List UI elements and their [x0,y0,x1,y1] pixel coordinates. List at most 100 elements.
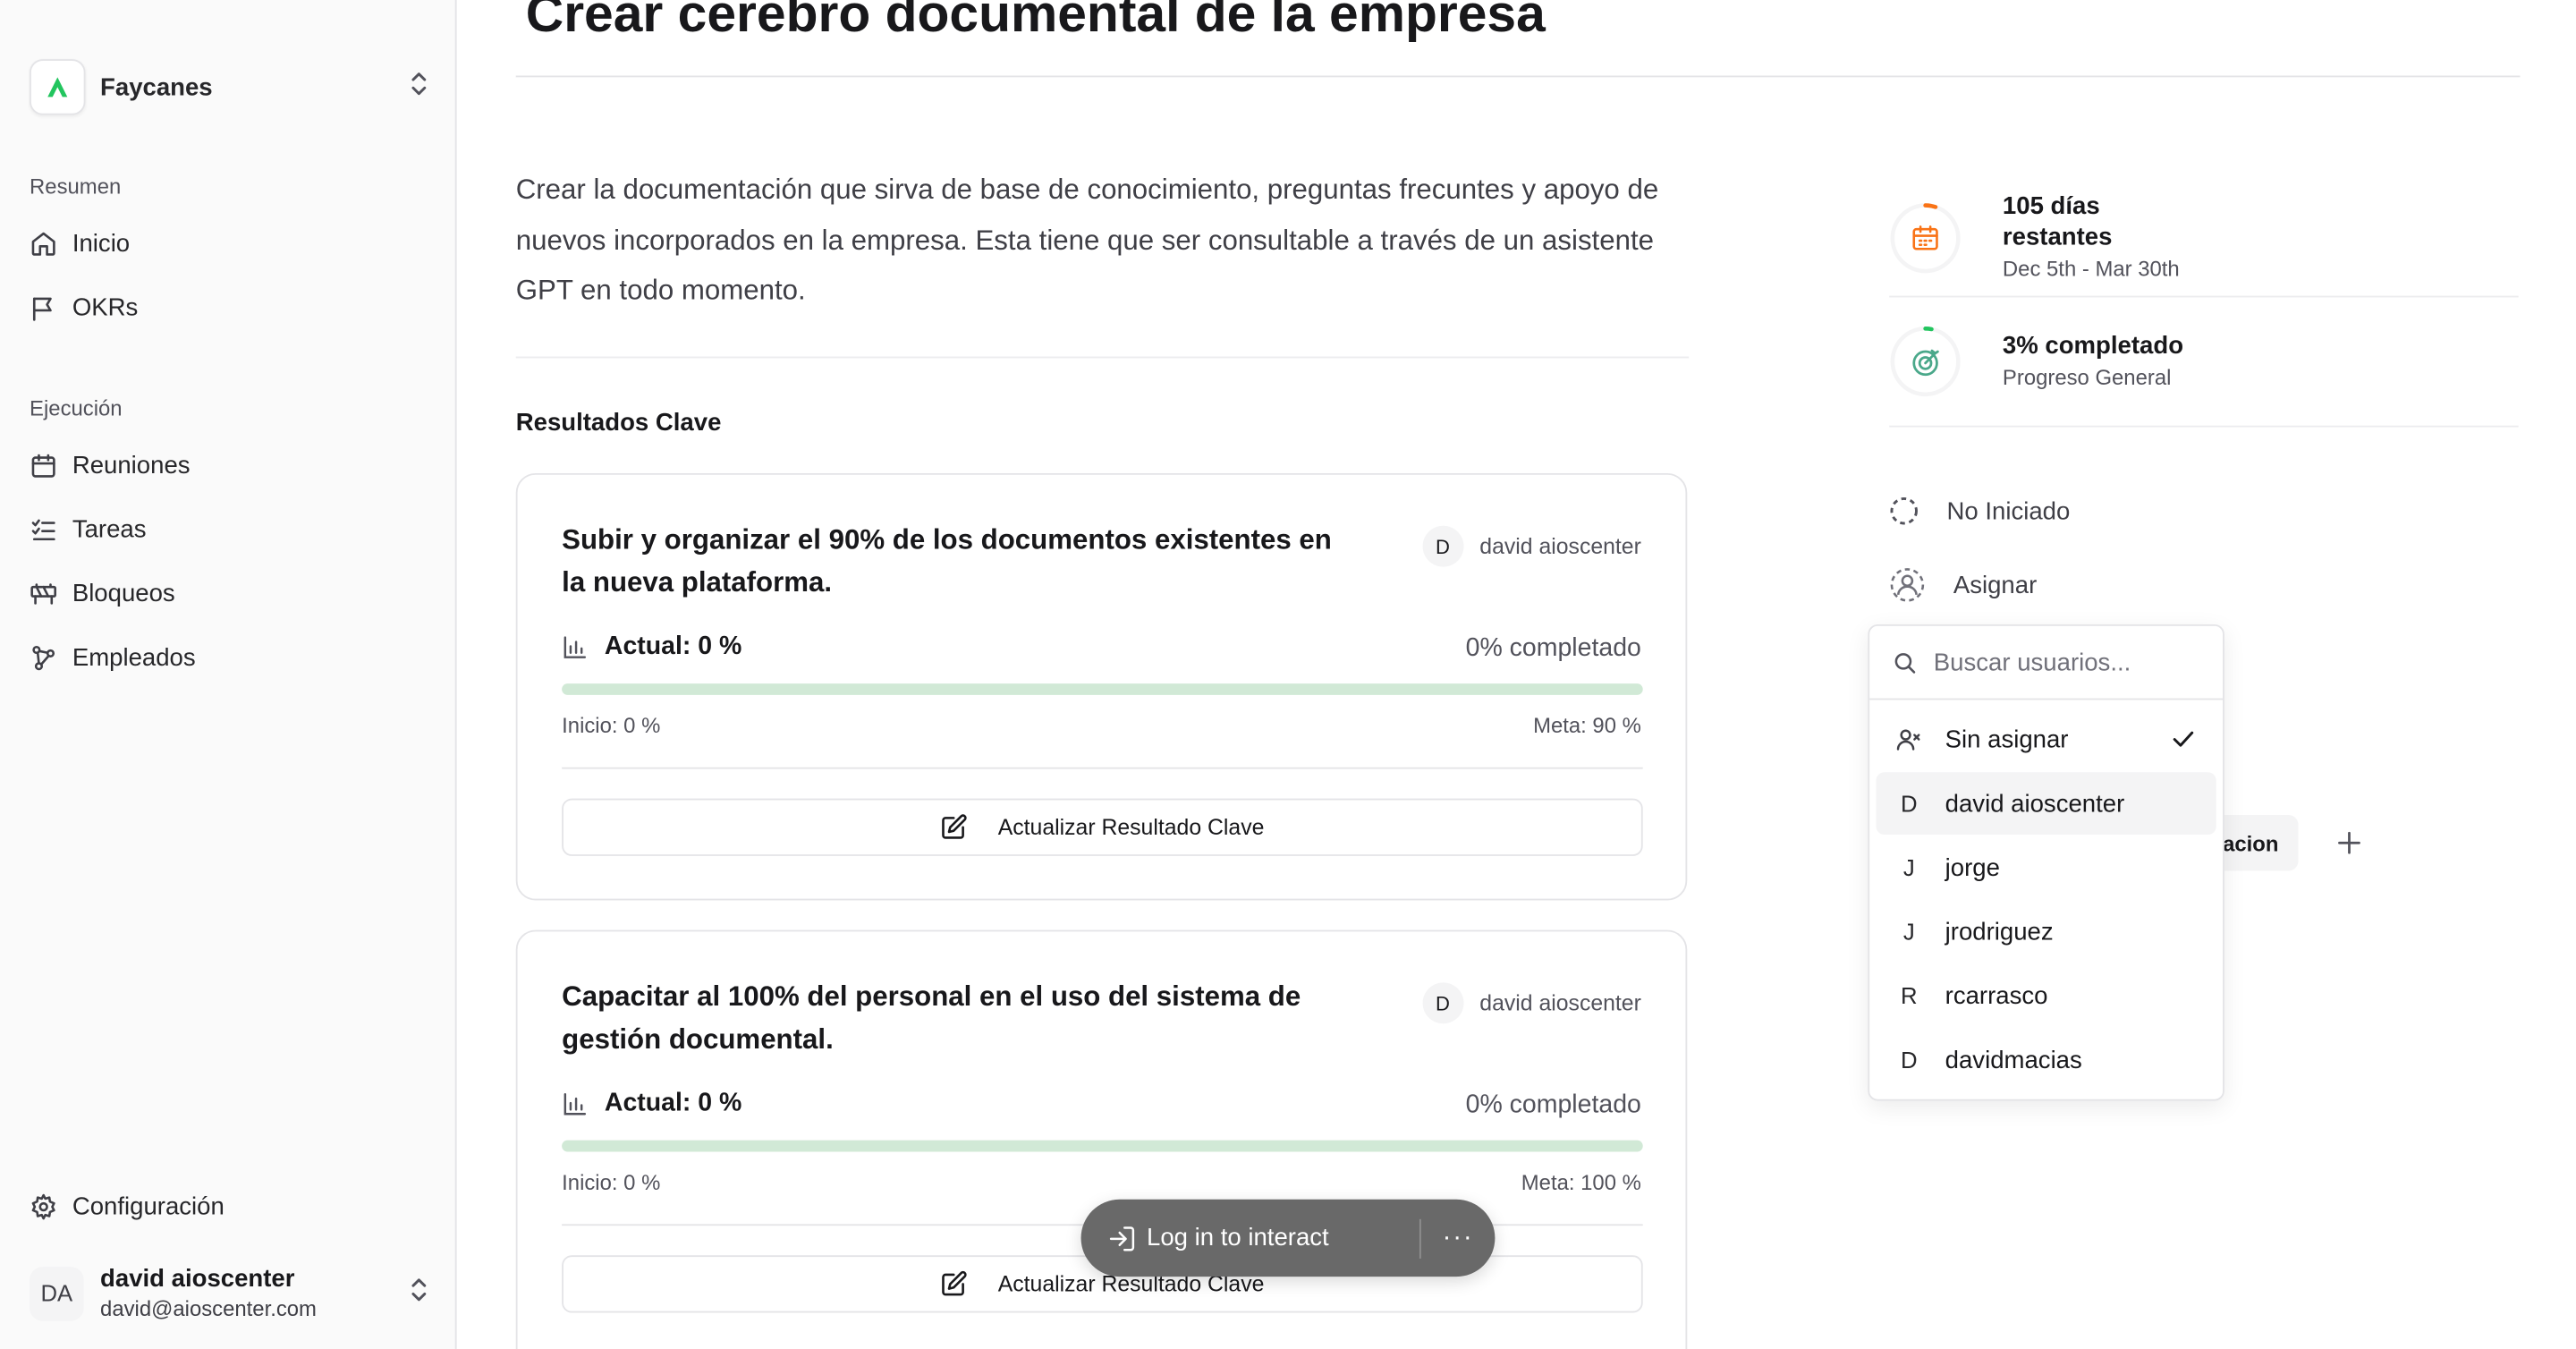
assign-label: Asignar [1953,571,2038,599]
overall-progress-stat: 3% completado Progreso General [1889,326,2193,398]
days-remaining-stat: 105 días restantes Dec 5th - Mar 30th [1889,191,2193,284]
log-in-icon [1109,1226,1135,1251]
settings-gear-icon [31,1192,55,1219]
sidebar-item-bloqueos[interactable]: Bloqueos [30,568,424,617]
dropdown-item-label: davidmacias [1945,1046,2082,1074]
user-menu[interactable]: DA david aioscenter david@aioscenter.com [30,1257,430,1329]
avatar: D [1422,982,1463,1024]
goal-value: Meta: 100 % [1521,1169,1641,1195]
user-name: david aioscenter [100,1264,295,1293]
key-result-title: Capacitar al 100% del personal en el uso… [562,980,1301,1056]
edit-icon [943,1270,968,1296]
user-email: david@aioscenter.com [100,1295,317,1320]
divider [515,75,2521,78]
divider [515,356,1690,359]
progress-percent-text: 3% completado [2002,332,2184,361]
divider [562,767,1643,769]
section-label-ejecucion: Ejecución [30,395,123,421]
user-initial: J [1902,918,1915,946]
page-title: Crear cerebro documental de la empresa [525,0,1546,43]
key-result-actual: Actual: 0 % [562,632,741,662]
dropdown-item-label: jrodriguez [1945,917,2054,946]
chevrons-up-down-icon[interactable] [408,70,431,105]
key-result-owner: D david aioscenter [1422,982,1641,1024]
key-results-heading: Resultados Clave [515,409,722,437]
dropdown-item-user[interactable]: D david aioscenter [1876,772,2216,836]
progress-bar [562,683,1643,695]
update-key-result-button[interactable]: Actualizar Resultado Clave [562,798,1643,856]
user-dashed-circle-icon [1890,568,1925,602]
status-selector[interactable]: No Iniciado [1889,496,2070,526]
sidebar-item-label: Configuración [72,1192,225,1220]
dropdown-item-user[interactable]: J jrodriguez [1877,901,2216,963]
sidebar-item-okrs[interactable]: OKRs [30,283,424,332]
owner-name: david aioscenter [1479,990,1641,1016]
start-value: Inicio: 0 % [562,713,661,738]
sidebar: Faycanes Resumen Inicio OKRs Ejecución R… [0,0,457,1349]
calendar-icon [1912,225,1938,250]
dropdown-item-user[interactable]: D davidmacias [1877,1029,2216,1091]
dropdown-item-label: rcarrasco [1945,981,2048,1010]
chevrons-up-down-icon[interactable] [408,1276,431,1311]
divider [1889,295,2519,298]
actual-value: Actual: 0 % [604,632,742,661]
flag-icon [32,296,52,320]
sidebar-item-inicio[interactable]: Inicio [30,218,424,267]
sidebar-item-label: Tareas [72,514,147,544]
check-icon [2173,731,2194,747]
sidebar-item-label: Bloqueos [72,579,175,607]
dropdown-item-unassigned[interactable]: Sin asignar [1877,708,2216,771]
more-options-button[interactable]: ··· [1421,1223,1496,1252]
add-icon[interactable] [2331,825,2367,861]
key-result-card: Subir y organizar el 90% de los document… [515,472,1688,901]
construction-barrier-icon [30,582,56,604]
dropdown-item-label: jorge [1945,853,2000,882]
dropdown-item-user[interactable]: J jorge [1877,836,2216,899]
key-result-owner: D david aioscenter [1422,525,1641,567]
login-button[interactable]: Log in to interact [1081,1223,1419,1252]
assign-selector[interactable]: Asignar [1889,567,2037,603]
search-icon [1894,652,1916,673]
sidebar-item-configuracion[interactable]: Configuración [30,1182,424,1231]
user-initial: D [1900,1046,1918,1073]
user-x-icon [1896,729,1920,751]
home-icon [31,231,55,255]
key-result-card: Capacitar al 100% del personal en el uso… [515,929,1688,1349]
sidebar-item-label: OKRs [72,293,139,322]
user-search-input[interactable] [1933,648,2214,676]
dropdown-item-label: david aioscenter [1945,789,2125,818]
workspace-name: Faycanes [100,72,213,101]
progress-bar [562,1140,1643,1152]
sidebar-item-label: Reuniones [72,451,191,479]
user-initial: D [1900,790,1918,817]
user-initial: J [1902,854,1915,881]
divider [1889,425,2519,428]
objective-description: Crear la documentación que sirva de base… [515,174,1659,306]
dashed-circle-icon [1890,496,1918,525]
owner-name: david aioscenter [1479,533,1641,559]
sidebar-item-reuniones[interactable]: Reuniones [30,440,424,489]
workspace-switcher[interactable]: Faycanes [30,57,430,116]
login-label: Log in to interact [1147,1224,1329,1252]
date-range-text: Dec 5th - Mar 30th [2002,256,2180,282]
sidebar-item-empleados[interactable]: Empleados [30,632,424,682]
key-result-title: Subir y organizar el 90% de los document… [562,523,1332,598]
assign-user-dropdown: Sin asignar D david aioscenter J jorge J… [1868,624,2224,1101]
sidebar-item-tareas[interactable]: Tareas [30,505,424,554]
network-icon [32,645,55,670]
progress-label: Progreso General [2002,364,2172,390]
days-ring [1889,201,1962,274]
user-initial: R [1900,982,1918,1009]
bar-chart-icon [564,636,587,658]
completion-text: 0% completado [1465,633,1641,663]
workspace-logo [30,59,86,115]
completion-text: 0% completado [1465,1090,1641,1119]
key-result-actual: Actual: 0 % [562,1090,741,1119]
start-value: Inicio: 0 % [562,1169,661,1195]
button-label: Actualizar Resultado Clave [997,815,1265,840]
target-icon [1912,349,1939,377]
section-label-resumen: Resumen [30,174,122,199]
avatar: D [1422,525,1463,567]
sidebar-item-label: Inicio [72,229,131,258]
dropdown-item-user[interactable]: R rcarrasco [1877,964,2216,1027]
